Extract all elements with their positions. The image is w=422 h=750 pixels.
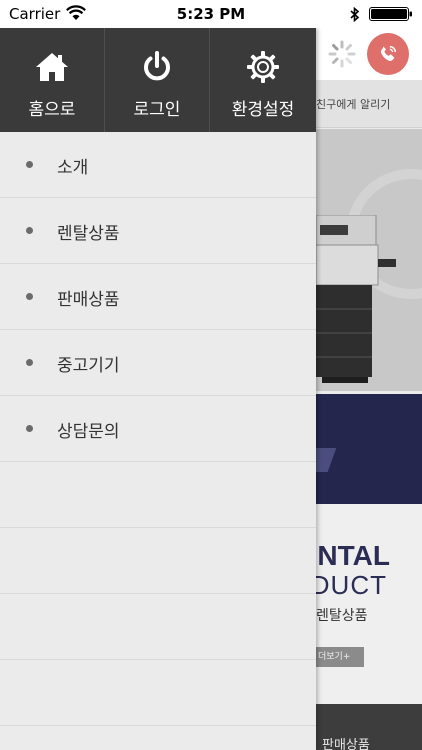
empty-row xyxy=(0,594,316,660)
drawer-header: 홈으로 로그인 환경설정 xyxy=(0,28,316,132)
bullet-icon xyxy=(26,161,33,168)
drawer-menu: 소개 렌탈상품 판매상품 중고기기 상담문의 xyxy=(0,132,316,726)
bullet-icon xyxy=(26,227,33,234)
rental-korean-label: 렌탈상품 xyxy=(316,608,368,624)
bullet-icon xyxy=(26,359,33,366)
rental-title: NTAL xyxy=(317,540,390,571)
empty-row xyxy=(0,660,316,726)
home-label: 홈으로 xyxy=(28,100,76,120)
battery-icon xyxy=(369,7,412,21)
menu-item-rental[interactable]: 렌탈상품 xyxy=(0,198,316,264)
promo-band xyxy=(316,394,422,504)
footer-label: 판매상품 xyxy=(322,738,370,750)
home-button[interactable]: 홈으로 xyxy=(0,28,105,132)
menu-item-sales[interactable]: 판매상품 xyxy=(0,264,316,330)
rental-subtitle: RODUCT xyxy=(316,570,387,600)
menu-item-label: 렌탈상품 xyxy=(57,224,120,244)
call-button[interactable] xyxy=(367,33,409,75)
menu-item-used[interactable]: 중고기기 xyxy=(0,330,316,396)
menu-item-label: 중고기기 xyxy=(57,356,120,376)
rental-section: NTAL RODUCT 렌탈상품 더보기+ xyxy=(316,504,422,704)
printer-image xyxy=(316,215,396,383)
home-icon xyxy=(36,53,68,81)
background-app: 친구에게 알리기 NTAL RODUCT 렌탈상품 더보기+ 판매상품 xyxy=(316,28,422,750)
footer-section: 판매상품 xyxy=(316,704,422,750)
status-bar: Carrier 5:23 PM xyxy=(0,0,422,28)
bullet-icon xyxy=(26,425,33,432)
empty-row xyxy=(0,528,316,594)
banner-image xyxy=(316,129,422,391)
more-button[interactable]: 더보기+ xyxy=(316,647,364,667)
settings-button[interactable]: 환경설정 xyxy=(210,28,316,132)
settings-label: 환경설정 xyxy=(231,100,295,120)
phone-icon xyxy=(380,45,397,61)
bluetooth-icon xyxy=(350,7,360,22)
login-button[interactable]: 로그인 xyxy=(105,28,210,132)
menu-item-intro[interactable]: 소개 xyxy=(0,132,316,198)
menu-item-inquiry[interactable]: 상담문의 xyxy=(0,396,316,462)
share-link-strip: 친구에게 알리기 xyxy=(316,80,422,128)
empty-row xyxy=(0,462,316,528)
menu-item-label: 상담문의 xyxy=(57,422,120,442)
promo-streak xyxy=(316,448,337,472)
bullet-icon xyxy=(26,293,33,300)
loading-spinner-icon xyxy=(328,40,356,68)
gear-icon xyxy=(247,51,279,83)
menu-item-label: 소개 xyxy=(57,158,89,178)
share-link[interactable]: 친구에게 알리기 xyxy=(316,96,390,112)
app-header xyxy=(316,28,422,80)
menu-item-label: 판매상품 xyxy=(57,290,120,310)
login-label: 로그인 xyxy=(133,100,181,120)
side-drawer: 홈으로 로그인 환경설정 소개 렌탈상품 판매상품 중고기기 상담문의 xyxy=(0,28,316,750)
power-icon xyxy=(144,51,170,81)
